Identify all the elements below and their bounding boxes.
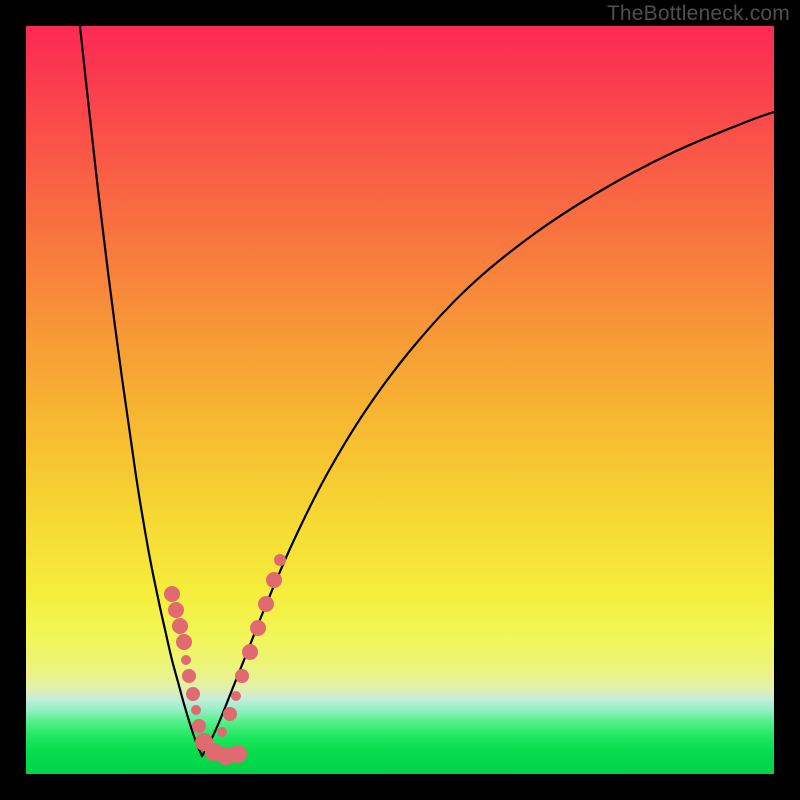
bead-point [181,655,191,665]
beads-group [164,554,286,765]
bead-point [223,707,237,721]
bead-point [182,669,196,683]
bead-point [242,644,258,660]
bead-point [191,705,201,715]
bead-point [192,719,206,733]
right-branch-curve [202,112,774,756]
bead-point [250,620,266,636]
curve-layer [26,26,774,774]
bead-point [164,586,180,602]
watermark-text: TheBottleneck.com [607,2,790,26]
bead-point [176,634,192,650]
plot-area [26,26,774,774]
bead-point [235,669,249,683]
bead-point [229,745,247,763]
chart-frame: TheBottleneck.com [0,0,800,800]
bead-point [172,618,188,634]
bead-point [258,596,274,612]
bead-point [266,572,282,588]
bead-point [186,687,200,701]
bead-point [168,602,184,618]
bead-point [217,727,227,737]
bead-point [274,554,286,566]
bead-point [231,691,241,701]
